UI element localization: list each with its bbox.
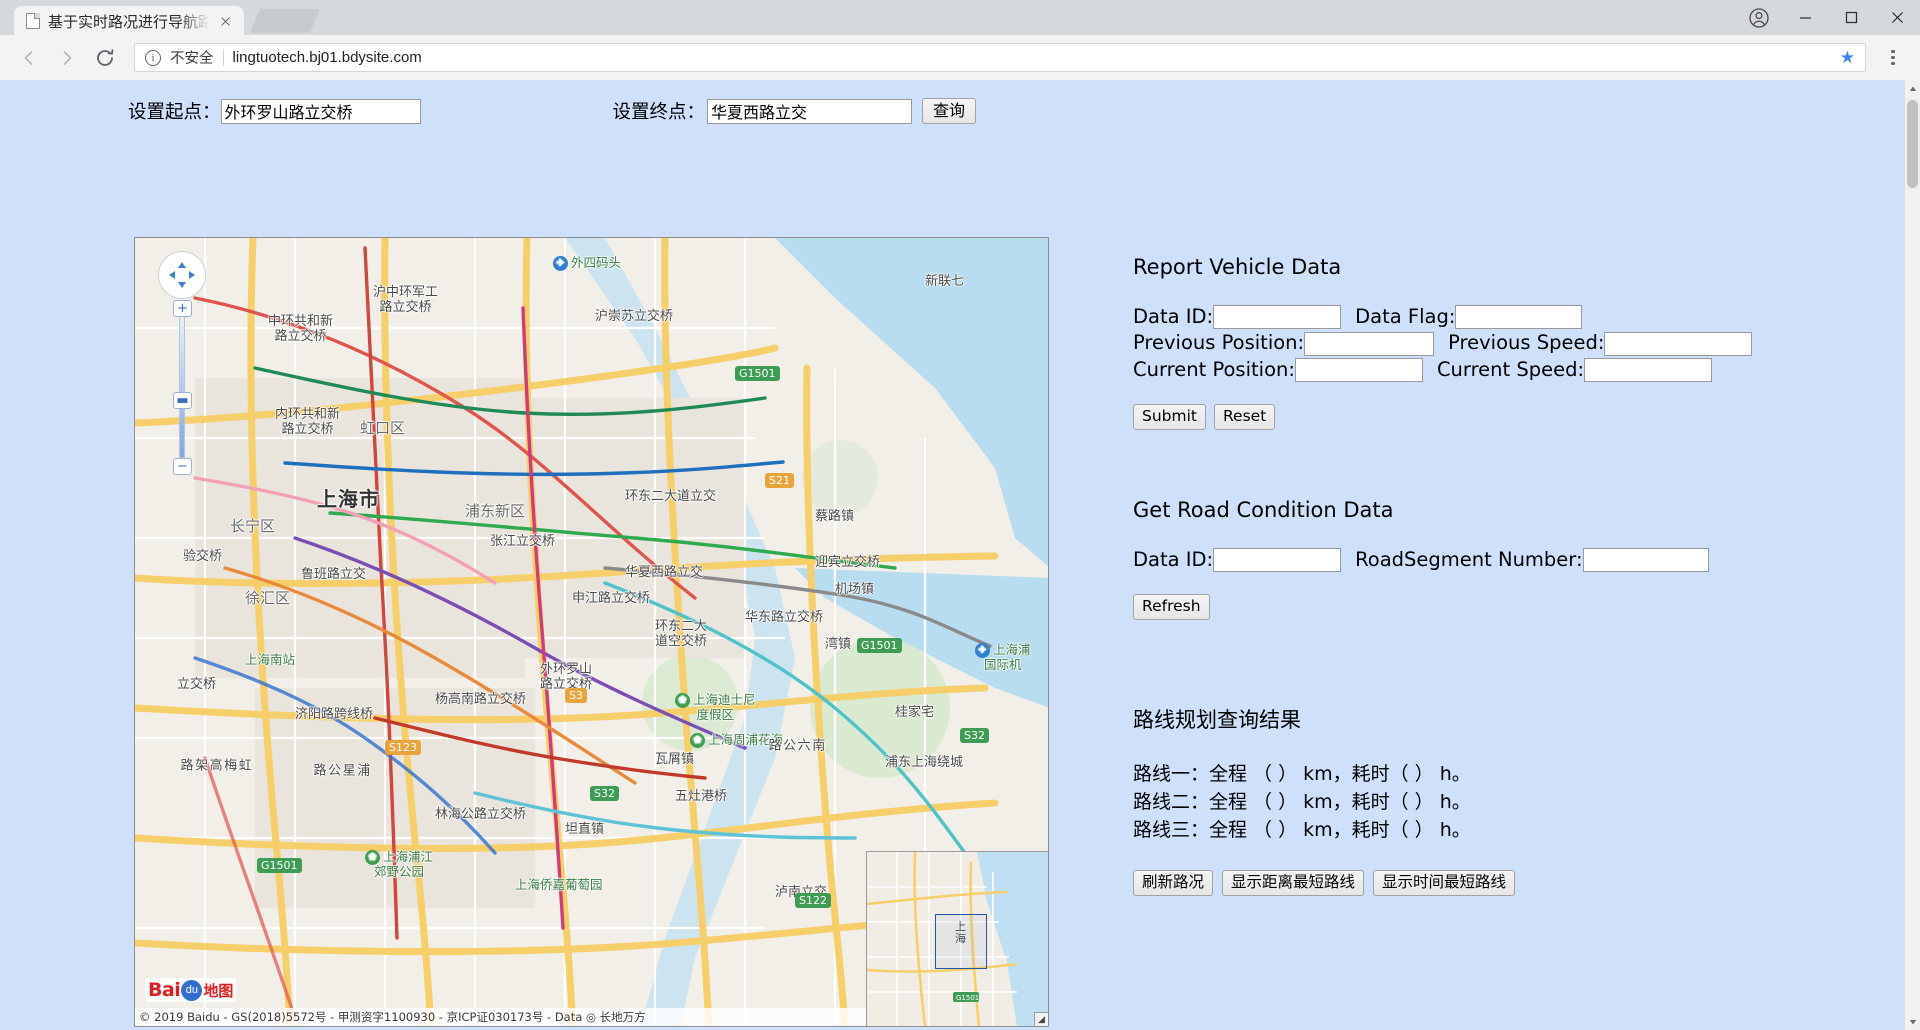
map-road-shield: G1501 bbox=[735, 366, 780, 382]
data-id-label: Data ID: bbox=[1133, 305, 1214, 328]
zoom-handle[interactable]: ▬ bbox=[173, 392, 192, 409]
map-road-shield: S21 bbox=[765, 473, 794, 489]
end-point-label: 设置终点： bbox=[612, 102, 706, 124]
refresh-button[interactable]: Refresh bbox=[1133, 594, 1210, 621]
pan-compass-icon[interactable] bbox=[158, 251, 206, 299]
previous-speed-label: Previous Speed: bbox=[1448, 331, 1605, 355]
data-id-input[interactable] bbox=[1213, 305, 1342, 330]
map-road-shield: S32 bbox=[590, 786, 619, 802]
tab-close-icon[interactable] bbox=[217, 13, 234, 30]
current-speed-input[interactable] bbox=[1584, 357, 1713, 382]
start-point-input[interactable] bbox=[220, 98, 421, 124]
browser-titlebar: 基于实时路况进行导航路线 bbox=[0, 0, 1920, 36]
road-row-1: Data ID: RoadSegment Number: bbox=[1133, 547, 1873, 573]
route-line-3: 路线三：全程 （ ） km，耗时（ ） h。 bbox=[1133, 819, 1471, 842]
map-road-shield: S122 bbox=[795, 893, 831, 909]
kebab-menu-icon[interactable] bbox=[1878, 41, 1908, 75]
scroll-down-arrow-icon[interactable] bbox=[1905, 1013, 1920, 1030]
browser-window: 基于实时路况进行导航路线 bbox=[0, 0, 1920, 1030]
vehicle-row-2: Previous Position: Previous Speed: bbox=[1133, 331, 1873, 356]
refresh-traffic-button[interactable]: 刷新路况 bbox=[1133, 870, 1214, 897]
previous-position-label: Previous Position: bbox=[1133, 331, 1305, 355]
tab-strip: 基于实时路况进行导航路线 bbox=[0, 0, 320, 36]
map-road-shield: G1501 bbox=[857, 638, 902, 654]
current-position-input[interactable] bbox=[1294, 357, 1423, 382]
map-road-shield: S123 bbox=[385, 740, 421, 756]
route-button-row: 刷新路况 显示距离最短路线 显示时间最短路线 bbox=[1133, 870, 1873, 897]
route-results: 路线一：全程 （ ） km，耗时（ ） h。 路线二：全程 （ ） km，耗时（… bbox=[1133, 760, 1873, 844]
road-button-row: Refresh bbox=[1133, 594, 1873, 621]
omnibox-divider bbox=[222, 49, 224, 66]
zoom-slider[interactable]: + ▬ − bbox=[173, 300, 192, 475]
address-bar[interactable]: i 不安全 lingtuotech.bj01.bdysite.com ★ bbox=[134, 43, 1866, 72]
route-search-row: 设置起点： 设置终点： 查询 bbox=[0, 80, 1904, 125]
previous-position-input[interactable] bbox=[1304, 331, 1435, 356]
new-tab-button[interactable] bbox=[250, 9, 320, 33]
url-text: lingtuotech.bj01.bdysite.com bbox=[232, 49, 422, 66]
info-circle-icon[interactable]: i bbox=[145, 49, 161, 66]
zoom-in-button[interactable]: + bbox=[173, 300, 192, 317]
current-speed-label: Current Speed: bbox=[1436, 357, 1585, 381]
route-panel-title: 路线规划查询结果 bbox=[1133, 708, 1301, 733]
page-icon bbox=[26, 13, 40, 29]
maximize-icon[interactable] bbox=[1828, 0, 1874, 35]
tab-title: 基于实时路况进行导航路线 bbox=[48, 13, 209, 31]
roadsegment-number-label: RoadSegment Number: bbox=[1355, 547, 1583, 571]
shortest-time-button[interactable]: 显示时间最短路线 bbox=[1373, 870, 1516, 897]
route-line-1: 路线一：全程 （ ） km，耗时（ ） h。 bbox=[1133, 763, 1471, 786]
window-controls bbox=[1736, 0, 1920, 35]
zoom-track[interactable] bbox=[179, 316, 185, 458]
right-panel: Report Vehicle Data Data ID: Data Flag: … bbox=[1133, 255, 1873, 897]
start-point-label: 设置起点： bbox=[128, 102, 221, 124]
current-position-label: Current Position: bbox=[1133, 357, 1295, 381]
scroll-up-arrow-icon[interactable] bbox=[1905, 80, 1920, 97]
minimize-icon[interactable] bbox=[1782, 0, 1828, 35]
end-point-input[interactable] bbox=[707, 98, 913, 124]
road-data-id-label: Data ID: bbox=[1133, 547, 1214, 571]
map-container[interactable]: ✈ 外四码头 新联七 沪中环军工 路立交桥 沪崇苏立交桥 中环共和新 路立交桥 内环共和新 … bbox=[134, 237, 1049, 1027]
paw-icon: du bbox=[181, 979, 203, 1001]
map-road-shield: G1501 bbox=[257, 858, 302, 874]
star-icon[interactable]: ★ bbox=[1840, 48, 1855, 68]
browser-tab[interactable]: 基于实时路况进行导航路线 bbox=[14, 6, 244, 36]
baidu-map-wordmark: 地图 bbox=[203, 981, 234, 1000]
road-panel-title: Get Road Condition Data bbox=[1133, 497, 1394, 522]
account-icon[interactable] bbox=[1736, 0, 1782, 35]
data-flag-input[interactable] bbox=[1455, 305, 1583, 330]
baidu-logo: Bai du 地图 bbox=[145, 978, 237, 1002]
window-close-icon[interactable] bbox=[1874, 0, 1920, 35]
forward-arrow-icon[interactable] bbox=[50, 41, 84, 75]
map-road-shield: S3 bbox=[565, 688, 587, 704]
reset-button[interactable]: Reset bbox=[1213, 404, 1276, 430]
minimap[interactable]: G1501 上 海 ◢ bbox=[866, 851, 1048, 1026]
map-road-shield: S32 bbox=[960, 728, 989, 744]
back-arrow-icon[interactable] bbox=[12, 41, 46, 75]
scrollbar-thumb[interactable] bbox=[1907, 100, 1918, 188]
page-scrollbar[interactable] bbox=[1904, 80, 1920, 1030]
vehicle-button-row: Submit Reset bbox=[1133, 404, 1873, 430]
minimap-toggle-icon[interactable]: ◢ bbox=[1034, 1012, 1048, 1026]
road-data-id-input[interactable] bbox=[1213, 548, 1342, 573]
reload-icon[interactable] bbox=[88, 41, 122, 75]
vehicle-row-1: Data ID: Data Flag: bbox=[1133, 305, 1873, 330]
route-line-2: 路线二：全程 （ ） km，耗时（ ） h。 bbox=[1133, 791, 1471, 814]
vehicle-row-3: Current Position: Current Speed: bbox=[1133, 358, 1873, 382]
submit-button[interactable]: Submit bbox=[1133, 404, 1206, 430]
zoom-out-button[interactable]: − bbox=[173, 458, 192, 475]
svg-text:G1501: G1501 bbox=[956, 994, 979, 1002]
page-content: 设置起点： 设置终点： 查询 bbox=[0, 80, 1904, 1030]
browser-toolbar: i 不安全 lingtuotech.bj01.bdysite.com ★ bbox=[0, 35, 1920, 80]
security-label: 不安全 bbox=[170, 51, 214, 67]
vehicle-panel-title: Report Vehicle Data bbox=[1133, 255, 1342, 279]
previous-speed-input[interactable] bbox=[1604, 331, 1753, 356]
page-viewport: 设置起点： 设置终点： 查询 bbox=[0, 80, 1920, 1030]
minimap-viewport-rect[interactable] bbox=[935, 914, 987, 969]
shortest-distance-button[interactable]: 显示距离最短路线 bbox=[1222, 870, 1365, 897]
query-button[interactable]: 查询 bbox=[922, 98, 977, 125]
data-flag-label: Data Flag: bbox=[1355, 305, 1456, 328]
baidu-wordmark: Bai bbox=[148, 979, 181, 1001]
roadsegment-number-input[interactable] bbox=[1582, 548, 1709, 573]
